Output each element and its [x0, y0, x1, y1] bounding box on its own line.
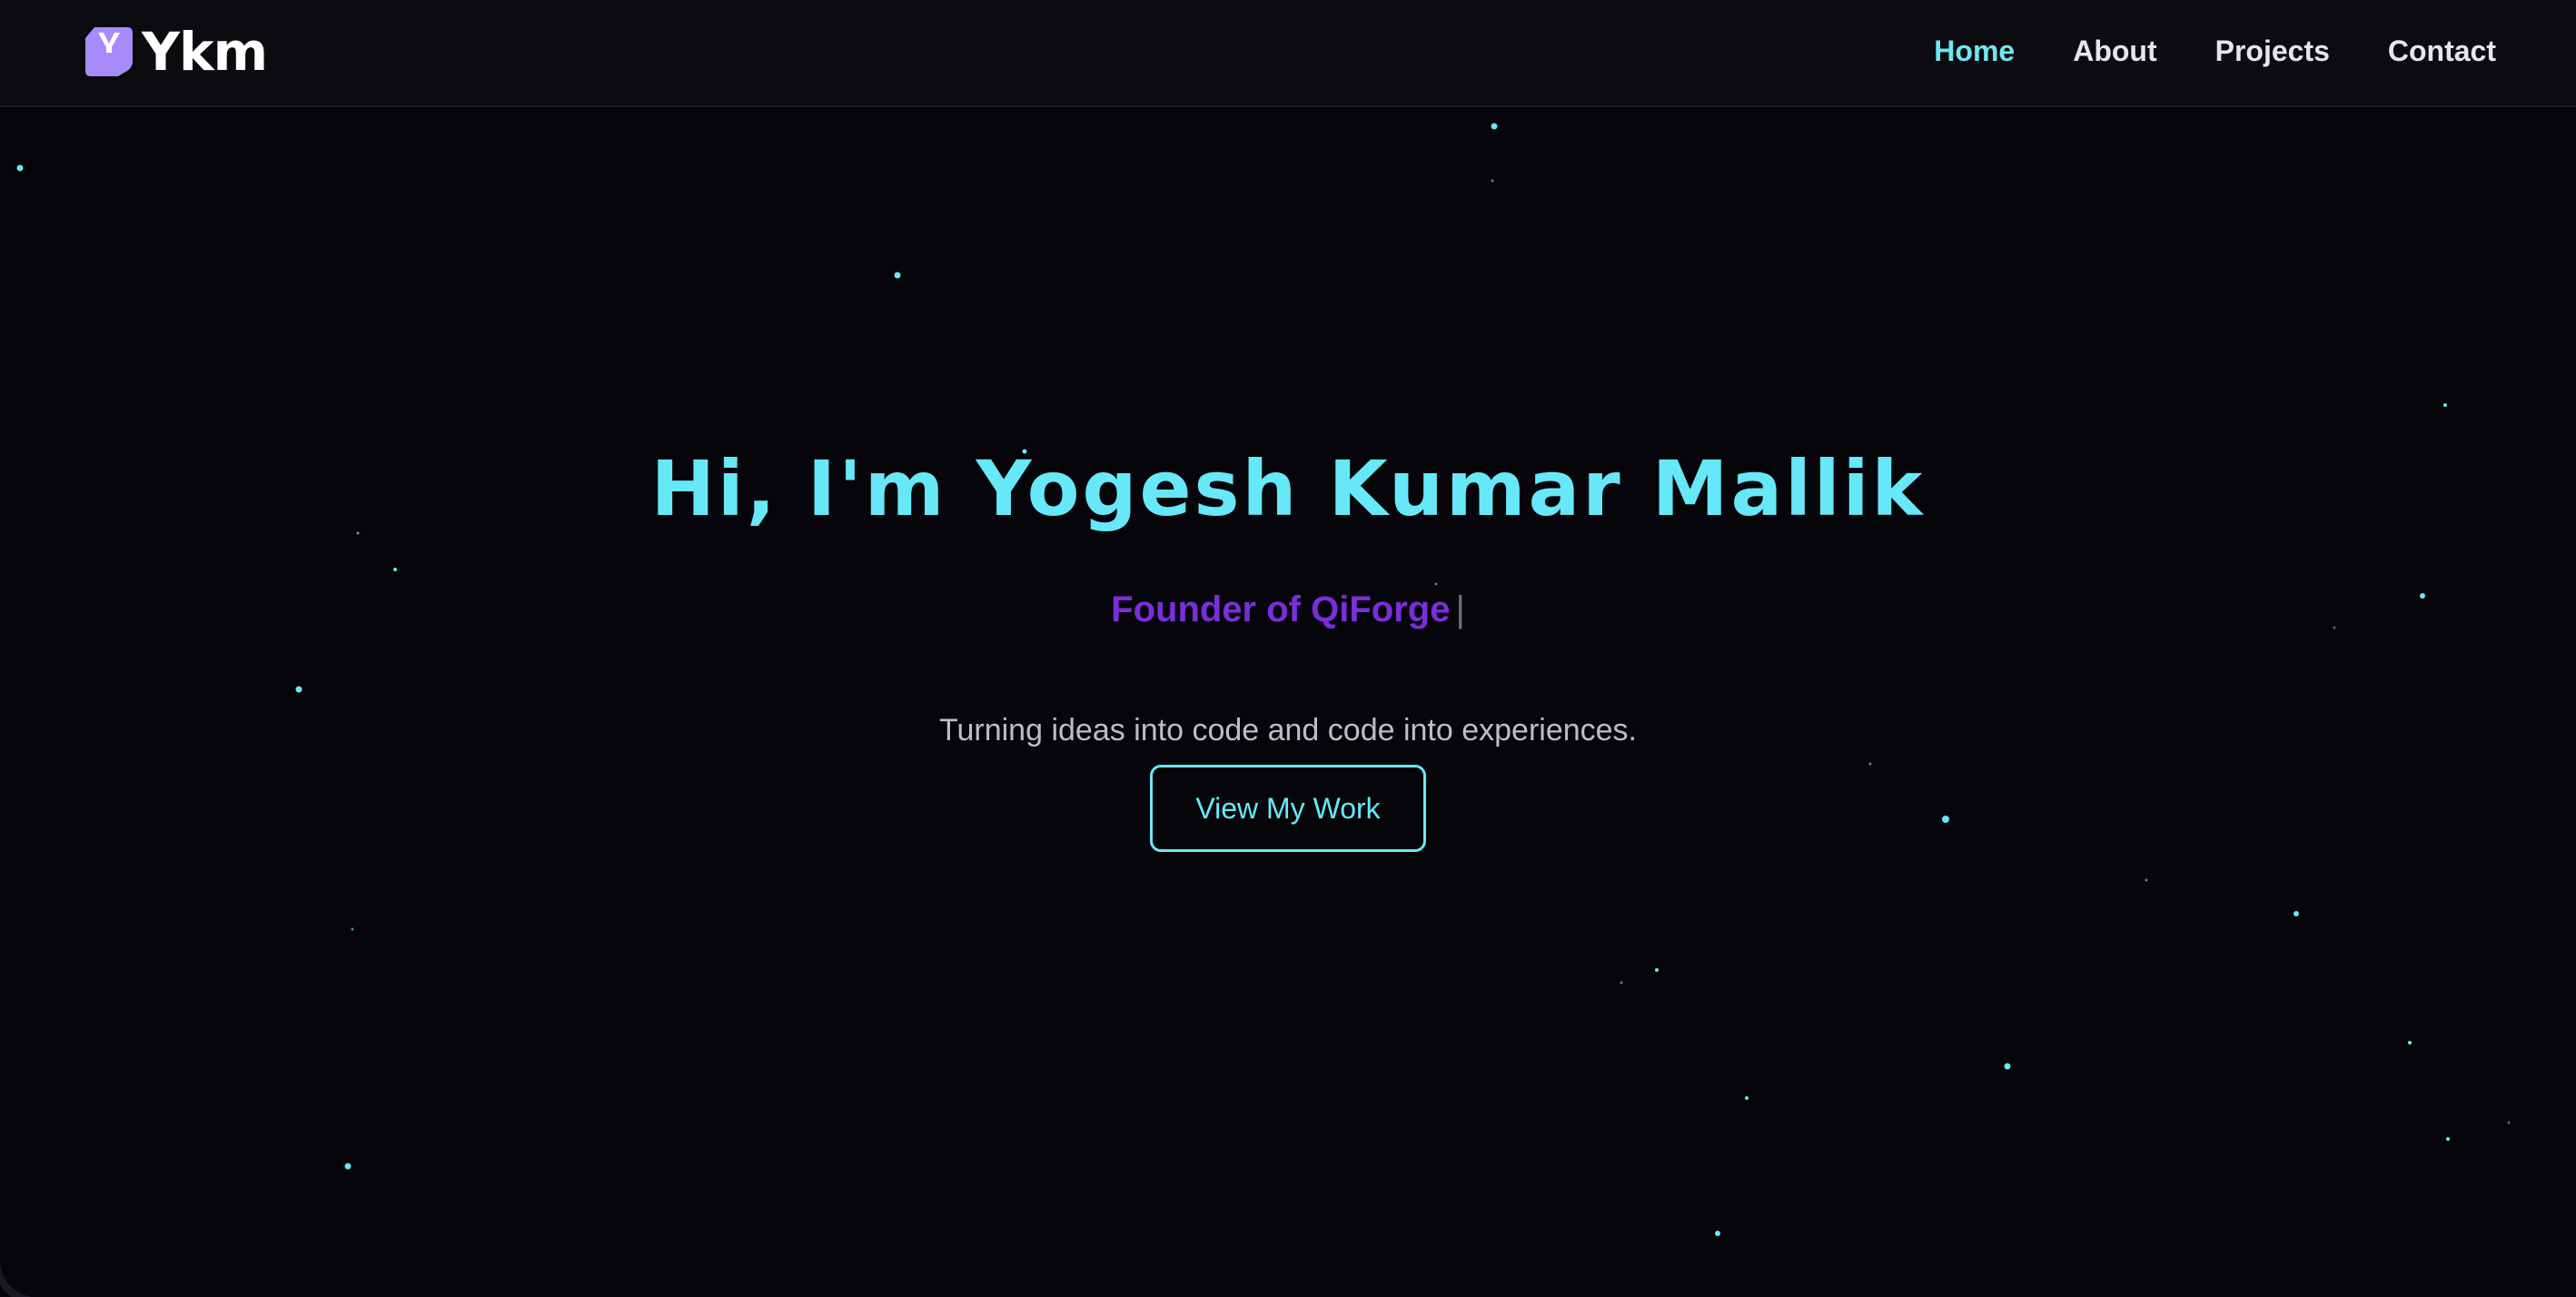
portfolio-page: Ykm Home About Projects Contact Hi, I'm … [0, 0, 2576, 1297]
nav-link-contact[interactable]: Contact [2388, 35, 2496, 68]
top-navbar: Ykm Home About Projects Contact [0, 0, 2576, 107]
hero-tagline: Turning ideas into code and code into ex… [938, 713, 1638, 748]
hero-role-text: Founder of QiForge [1111, 589, 1451, 629]
brand-name: Ykm [142, 21, 268, 83]
nav-link-home[interactable]: Home [1934, 35, 2015, 68]
typing-cursor: | [1455, 589, 1465, 629]
hero-subtitle: Founder of QiForge | [0, 587, 2576, 632]
ykm-logo-icon [85, 27, 133, 76]
hero-section: Hi, I'm Yogesh Kumar Mallik Founder of Q… [0, 107, 2576, 1297]
brand-home-link[interactable]: Ykm [84, 21, 268, 83]
view-my-work-button[interactable]: View My Work [1150, 765, 1426, 852]
hero-title: Hi, I'm Yogesh Kumar Mallik [650, 444, 1926, 533]
nav-link-about[interactable]: About [2073, 35, 2156, 68]
main-nav: Home About Projects Contact [1876, 0, 2496, 102]
nav-link-projects[interactable]: Projects [2215, 35, 2330, 68]
